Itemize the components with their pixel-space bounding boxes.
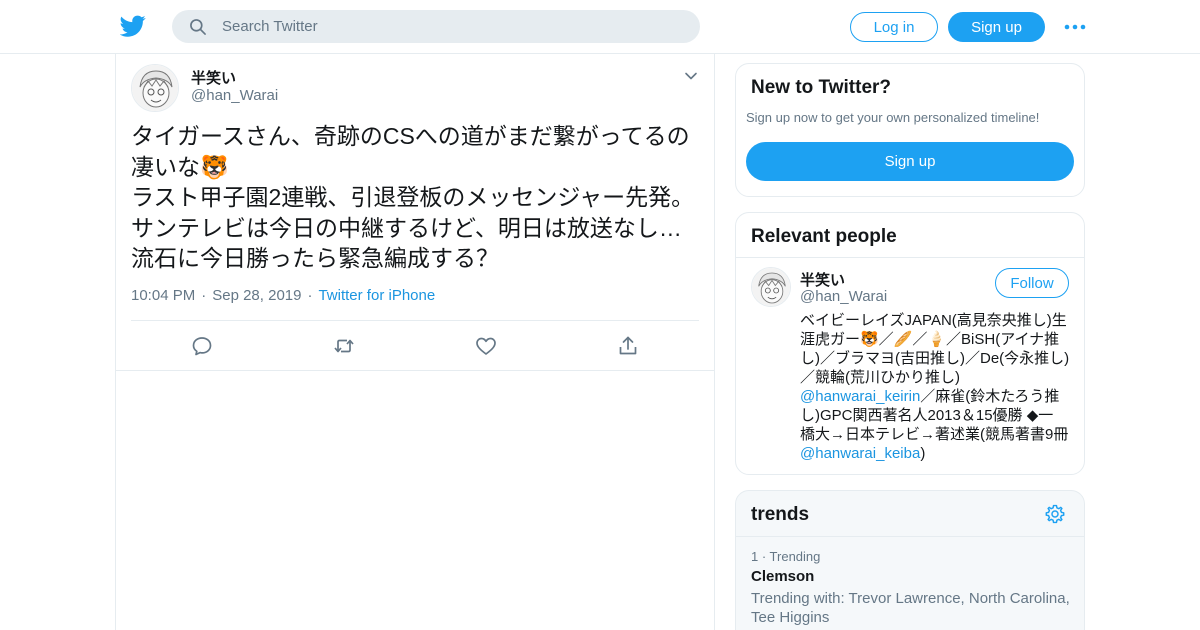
- bio-line: 橋大→日本テレビ→著述業(競馬著書9冊: [800, 426, 1069, 443]
- signup-button-large[interactable]: Sign up: [746, 142, 1074, 181]
- search-input[interactable]: [222, 10, 682, 43]
- caret-down-icon[interactable]: [683, 68, 699, 84]
- tweet-actions: [116, 334, 714, 358]
- tweet-date[interactable]: Sep 28, 2019: [212, 287, 301, 304]
- bio-text: ／麻雀(鈴木たろう推: [920, 388, 1060, 405]
- follow-button[interactable]: Follow: [995, 268, 1069, 298]
- bio-line: @hanwarai_keirin／麻雀(鈴木たろう推: [800, 387, 1072, 406]
- avatar-illustration-icon: [132, 65, 178, 111]
- signup-button[interactable]: Sign up: [948, 12, 1045, 42]
- divider: [736, 536, 1084, 537]
- trend-related: Trending with: Trevor Lawrence, North Ca…: [751, 590, 1070, 626]
- trend-name[interactable]: Clemson: [751, 568, 814, 585]
- bio-mention-link[interactable]: @hanwarai_keirin: [800, 388, 920, 405]
- meta-separator: ·: [201, 287, 207, 304]
- divider: [131, 320, 699, 321]
- gear-icon[interactable]: [1044, 503, 1066, 525]
- twitter-logo-icon[interactable]: [120, 13, 146, 39]
- retweet-icon[interactable]: [332, 334, 356, 358]
- tweet-time[interactable]: 10:04 PM: [131, 287, 195, 304]
- tweet-text: タイガースさん、奇跡のCSへの道がまだ繋がってるの凄いな🐯 ラスト甲子園2連戦、…: [131, 123, 695, 271]
- main-column: 半笑い @han_Warai タイガースさん、奇跡のCSへの道がまだ繋がってるの…: [115, 54, 715, 630]
- search-icon: [190, 19, 206, 35]
- bio-line: し)／ブラマヨ(吉田推し)／De(今永推し): [800, 350, 1070, 367]
- tweet: 半笑い @han_Warai タイガースさん、奇跡のCSへの道がまだ繋がってるの…: [116, 54, 714, 371]
- tweet-source[interactable]: Twitter for iPhone: [318, 287, 435, 304]
- bio-mention-link[interactable]: @hanwarai_keiba: [800, 445, 920, 462]
- divider: [736, 257, 1084, 258]
- bio-line: し)GPC関西著名人2013＆15優勝 ◆一: [800, 407, 1054, 424]
- meta-separator: ·: [307, 287, 313, 304]
- avatar-illustration-icon: [752, 268, 790, 306]
- login-button[interactable]: Log in: [850, 12, 938, 42]
- relevant-people-card: Relevant people 半笑い @han_Warai Follow ベイ…: [735, 212, 1085, 475]
- share-icon[interactable]: [616, 334, 640, 358]
- author-name[interactable]: 半笑い: [191, 67, 236, 88]
- person-handle[interactable]: @han_Warai: [800, 288, 887, 305]
- trends-card: trends 1 · Trending Clemson Trending wit…: [735, 490, 1085, 630]
- person-name[interactable]: 半笑い: [800, 269, 845, 290]
- author-handle[interactable]: @han_Warai: [191, 87, 278, 104]
- bio-line: ベイビーレイズJAPAN(高見奈央推し)生: [800, 312, 1067, 329]
- tweet-meta: 10:04 PM · Sep 28, 2019 · Twitter for iP…: [131, 287, 435, 304]
- search-box[interactable]: [172, 10, 700, 43]
- avatar[interactable]: [751, 267, 791, 307]
- reply-icon[interactable]: [190, 334, 214, 358]
- bio-line: 涯虎ガー🐯／🥖／🍦／BiSH(アイナ推: [800, 331, 1060, 348]
- person-bio: ベイビーレイズJAPAN(高見奈央推し)生 涯虎ガー🐯／🥖／🍦／BiSH(アイナ…: [800, 311, 1072, 463]
- bio-text: ): [920, 445, 926, 462]
- card-subtitle: Sign up now to get your own personalized…: [746, 110, 1040, 125]
- avatar[interactable]: [131, 64, 179, 112]
- bio-line: ／競輪(荒川ひかり推し): [800, 369, 960, 386]
- card-title: New to Twitter?: [751, 77, 892, 98]
- card-title: Relevant people: [751, 226, 897, 247]
- trend-rank: 1 · Trending: [751, 549, 821, 564]
- like-icon[interactable]: [474, 334, 498, 358]
- bio-line: @hanwarai_keiba): [800, 444, 1072, 463]
- card-title: trends: [751, 504, 810, 525]
- more-dots-icon[interactable]: [1063, 17, 1087, 37]
- new-to-twitter-card: New to Twitter? Sign up now to get your …: [735, 63, 1085, 197]
- top-bar: Log in Sign up: [0, 0, 1200, 54]
